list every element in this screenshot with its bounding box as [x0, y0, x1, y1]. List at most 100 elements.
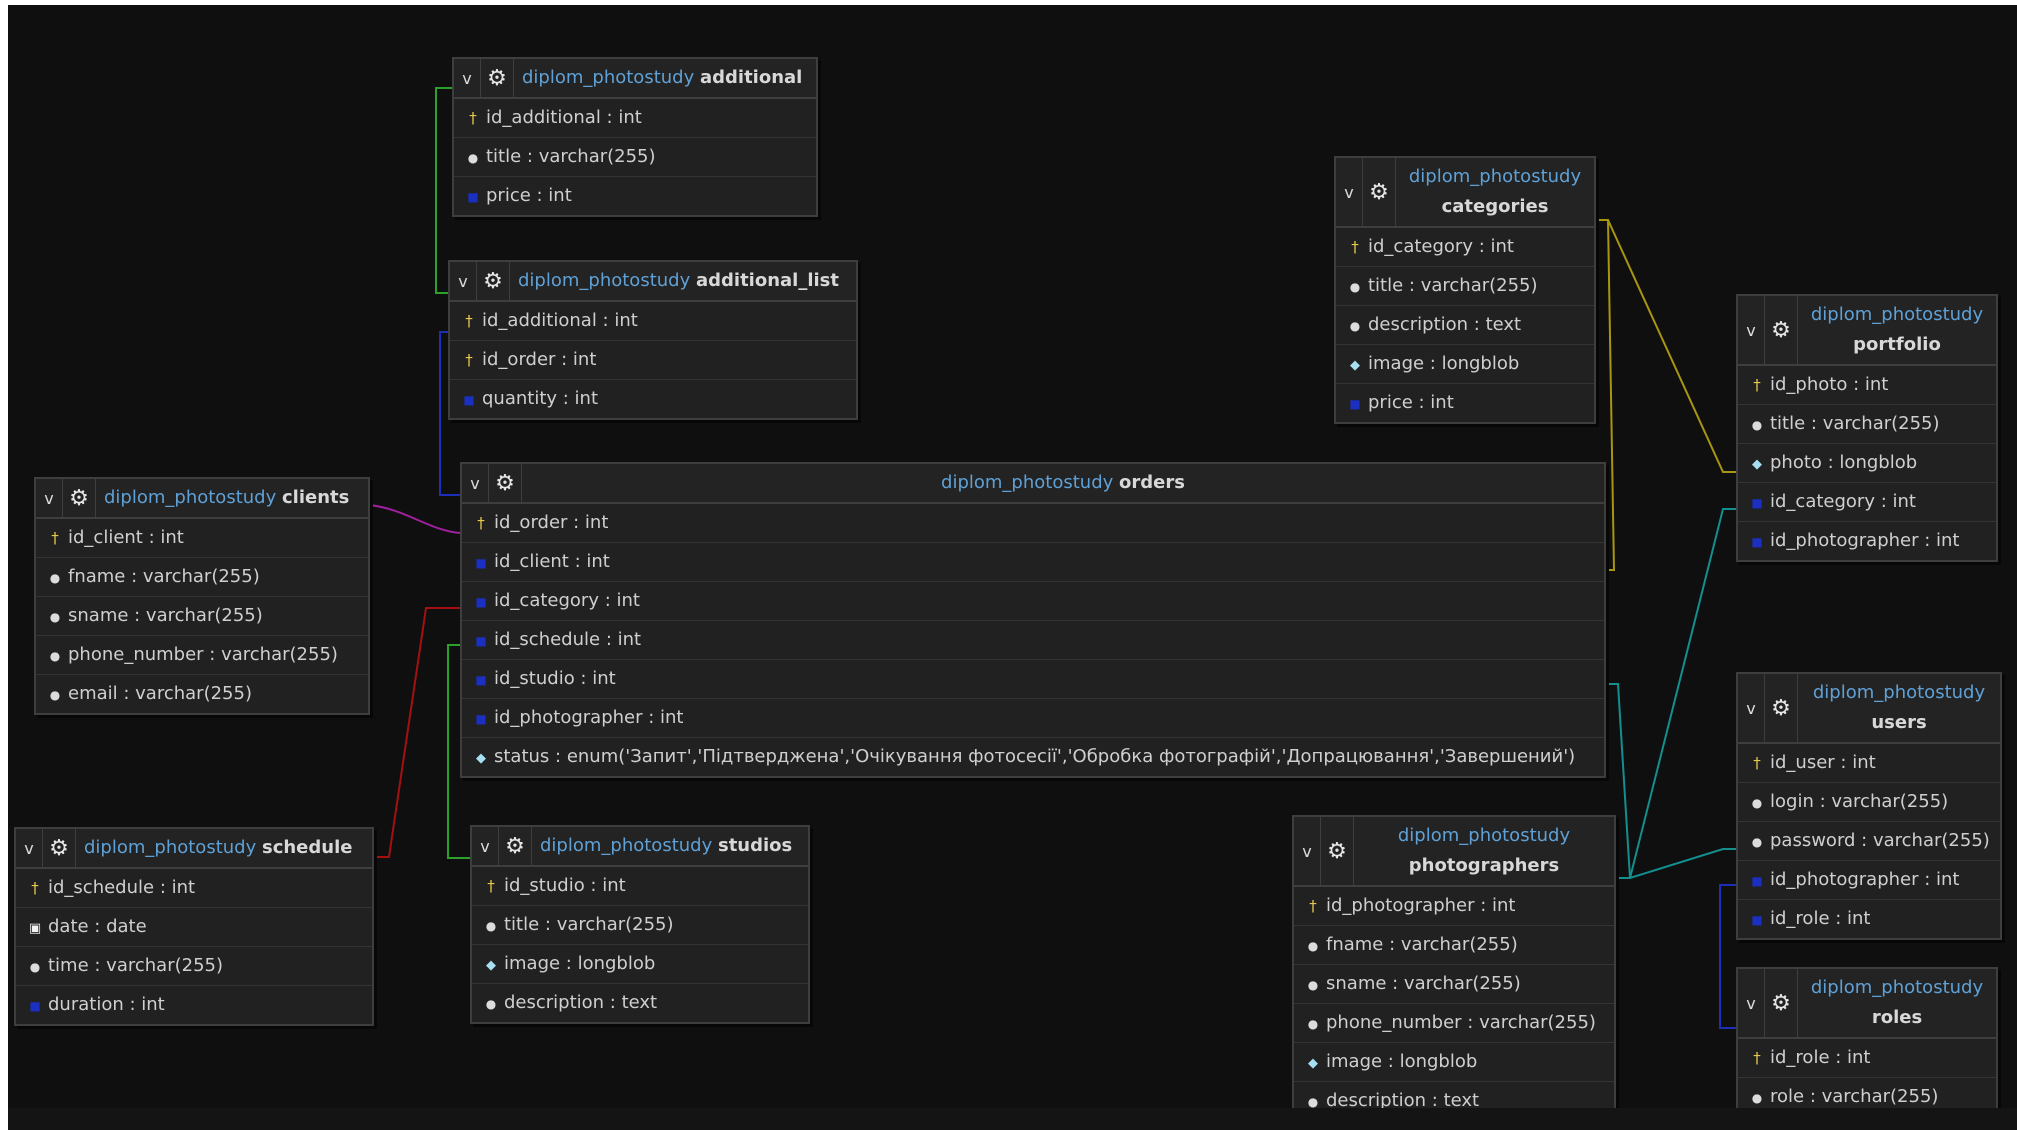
table-header[interactable]: v ⚙ diplom_photostudy categories — [1336, 158, 1594, 228]
table-additional-list[interactable]: v ⚙ diplom_photostudy additional_list † i… — [448, 260, 858, 420]
table-additional[interactable]: v ⚙ diplom_photostudy additional † id_add… — [452, 57, 818, 217]
column-row[interactable]: † id_role : int — [1738, 1039, 1996, 1077]
column-icon: ● — [1349, 319, 1361, 333]
table-header[interactable]: v ⚙ diplom_photostudy additional — [454, 59, 816, 99]
column-row[interactable]: † id_photographer : int — [1294, 887, 1614, 925]
collapse-toggle[interactable]: v — [36, 479, 63, 517]
column-row[interactable]: † id_order : int — [450, 340, 856, 379]
column-row[interactable]: ■ id_category : int — [462, 581, 1604, 620]
collapse-toggle[interactable]: v — [462, 464, 489, 502]
column-row[interactable]: ■ id_photographer : int — [1738, 521, 1996, 560]
collapse-toggle[interactable]: v — [472, 827, 499, 865]
table-header[interactable]: v ⚙ diplom_photostudy portfolio — [1738, 296, 1996, 366]
column-row[interactable]: ● login : varchar(255) — [1738, 782, 2000, 821]
collapse-toggle[interactable]: v — [1336, 158, 1363, 226]
column-row[interactable]: ● time : varchar(255) — [16, 946, 372, 985]
gear-icon[interactable]: ⚙ — [1321, 817, 1354, 885]
table-clients[interactable]: v ⚙ diplom_photostudy clients † id_client… — [34, 477, 370, 715]
foreign-key-icon: ■ — [475, 712, 487, 726]
column-row[interactable]: ■ id_photographer : int — [462, 698, 1604, 737]
column-row[interactable]: ■ duration : int — [16, 985, 372, 1024]
column-row[interactable]: † id_user : int — [1738, 744, 2000, 782]
table-schedule[interactable]: v ⚙ diplom_photostudy schedule † id_sched… — [14, 827, 374, 1026]
column-row[interactable]: ● password : varchar(255) — [1738, 821, 2000, 860]
column-list: † id_studio : int ● title : varchar(255) ◆ im… — [472, 867, 808, 1022]
table-users[interactable]: v ⚙ diplom_photostudy users † id_user : in… — [1736, 672, 2002, 940]
column-row[interactable]: ■ id_role : int — [1738, 899, 2000, 938]
column-row[interactable]: ▣ date : date — [16, 907, 372, 946]
column-row[interactable]: ● phone_number : varchar(255) — [1294, 1003, 1614, 1042]
column-row[interactable]: † id_studio : int — [472, 867, 808, 905]
column-row[interactable]: ● description : text — [1336, 305, 1594, 344]
column-row[interactable]: † id_category : int — [1336, 228, 1594, 266]
column-row[interactable]: † id_schedule : int — [16, 869, 372, 907]
collapse-toggle[interactable]: v — [450, 262, 477, 300]
gear-icon[interactable]: ⚙ — [1765, 296, 1798, 364]
table-header[interactable]: v ⚙ diplom_photostudy roles — [1738, 969, 1996, 1039]
collapse-toggle[interactable]: v — [454, 59, 481, 97]
column-icon: ● — [49, 610, 61, 624]
collapse-toggle[interactable]: v — [1738, 296, 1765, 364]
table-name: schedule — [261, 837, 353, 858]
column-row[interactable]: ● email : varchar(255) — [36, 674, 368, 713]
column-row[interactable]: ● sname : varchar(255) — [36, 596, 368, 635]
column-row[interactable]: ■ quantity : int — [450, 379, 856, 418]
foreign-key-icon: ■ — [1751, 913, 1763, 927]
table-header[interactable]: v ⚙ diplom_photostudy additional_list — [450, 262, 856, 302]
column-row[interactable]: ■ id_client : int — [462, 542, 1604, 581]
table-studios[interactable]: v ⚙ diplom_photostudy studios † id_studio… — [470, 825, 810, 1024]
table-orders[interactable]: v ⚙ diplom_photostudy orders † id_order :… — [460, 462, 1606, 778]
table-header[interactable]: v ⚙ diplom_photostudy clients — [36, 479, 368, 519]
column-row[interactable]: ◆ image : longblob — [1294, 1042, 1614, 1081]
column-row[interactable]: † id_order : int — [462, 504, 1604, 542]
column-row[interactable]: ◆ image : longblob — [472, 944, 808, 983]
column-row[interactable]: ● title : varchar(255) — [454, 137, 816, 176]
column-row[interactable]: ● title : varchar(255) — [472, 905, 808, 944]
gear-icon[interactable]: ⚙ — [43, 829, 76, 867]
column-row[interactable]: ● fname : varchar(255) — [1294, 925, 1614, 964]
gear-icon[interactable]: ⚙ — [489, 464, 522, 502]
table-header[interactable]: v ⚙ diplom_photostudy photographers — [1294, 817, 1614, 887]
table-portfolio[interactable]: v ⚙ diplom_photostudy portfolio † id_photo… — [1736, 294, 1998, 562]
column-row[interactable]: ● title : varchar(255) — [1336, 266, 1594, 305]
diagram-canvas[interactable]: v ⚙ diplom_photostudy additional † id_add… — [8, 5, 2017, 1130]
column-row[interactable]: ◆ photo : longblob — [1738, 443, 1996, 482]
gear-icon[interactable]: ⚙ — [1765, 969, 1798, 1037]
column-row[interactable]: ◆ status : enum('Запит','Підтверджена','О… — [462, 737, 1604, 776]
column-row[interactable]: † id_additional : int — [450, 302, 856, 340]
gear-icon[interactable]: ⚙ — [1363, 158, 1396, 226]
collapse-toggle[interactable]: v — [16, 829, 43, 867]
column-row[interactable]: ■ price : int — [454, 176, 816, 215]
column-row[interactable]: † id_client : int — [36, 519, 368, 557]
column-row[interactable]: † id_photo : int — [1738, 366, 1996, 404]
gear-icon[interactable]: ⚙ — [63, 479, 96, 517]
date-icon: ▣ — [28, 921, 42, 936]
column-row[interactable]: ● fname : varchar(255) — [36, 557, 368, 596]
table-header[interactable]: v ⚙ diplom_photostudy studios — [472, 827, 808, 867]
table-photographers[interactable]: v ⚙ diplom_photostudy photographers † id_p… — [1292, 815, 1616, 1122]
gear-icon[interactable]: ⚙ — [477, 262, 510, 300]
gear-icon[interactable]: ⚙ — [481, 59, 514, 97]
table-header[interactable]: v ⚙ diplom_photostudy orders — [462, 464, 1604, 504]
gear-icon[interactable]: ⚙ — [1765, 674, 1798, 742]
collapse-toggle[interactable]: v — [1738, 969, 1765, 1037]
column-row[interactable]: ■ id_photographer : int — [1738, 860, 2000, 899]
column-row[interactable]: ● phone_number : varchar(255) — [36, 635, 368, 674]
gear-icon[interactable]: ⚙ — [499, 827, 532, 865]
column-row[interactable]: ■ id_category : int — [1738, 482, 1996, 521]
table-header[interactable]: v ⚙ diplom_photostudy schedule — [16, 829, 372, 869]
column-row[interactable]: ■ price : int — [1336, 383, 1594, 422]
column-row[interactable]: ■ id_studio : int — [462, 659, 1604, 698]
column-row[interactable]: ● title : varchar(255) — [1738, 404, 1996, 443]
table-title: diplom_photostudy portfolio — [1798, 296, 1996, 364]
collapse-toggle[interactable]: v — [1738, 674, 1765, 742]
column-row[interactable]: ■ id_schedule : int — [462, 620, 1604, 659]
table-categories[interactable]: v ⚙ diplom_photostudy categories † id_cate… — [1334, 156, 1596, 424]
table-roles[interactable]: v ⚙ diplom_photostudy roles † id_role : in… — [1736, 967, 1998, 1118]
collapse-toggle[interactable]: v — [1294, 817, 1321, 885]
table-header[interactable]: v ⚙ diplom_photostudy users — [1738, 674, 2000, 744]
column-row[interactable]: † id_additional : int — [454, 99, 816, 137]
column-row[interactable]: ● sname : varchar(255) — [1294, 964, 1614, 1003]
column-row[interactable]: ◆ image : longblob — [1336, 344, 1594, 383]
column-row[interactable]: ● description : text — [472, 983, 808, 1022]
